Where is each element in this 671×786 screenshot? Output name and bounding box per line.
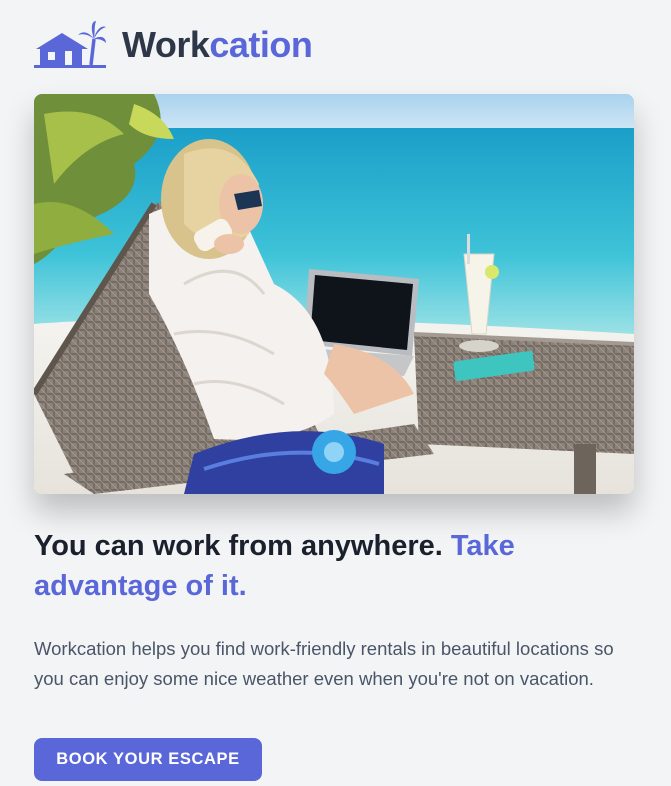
brand-name-part1: Work [122,24,210,65]
brand-logo[interactable]: Workcation [34,20,313,70]
book-your-escape-button[interactable]: BOOK YOUR ESCAPE [34,738,262,781]
beach-house-palm-icon [34,21,106,68]
description-text: Workcation helps you find work-friendly … [34,638,614,689]
headline: You can work from anywhere. Take advanta… [34,526,634,606]
brand-name-part2: cation [209,24,313,65]
headline-main: You can work from anywhere. [34,530,451,562]
hero-image [34,94,634,494]
beach-scene-illustration [34,94,634,494]
brand-wordmark: Workcation [122,24,313,65]
